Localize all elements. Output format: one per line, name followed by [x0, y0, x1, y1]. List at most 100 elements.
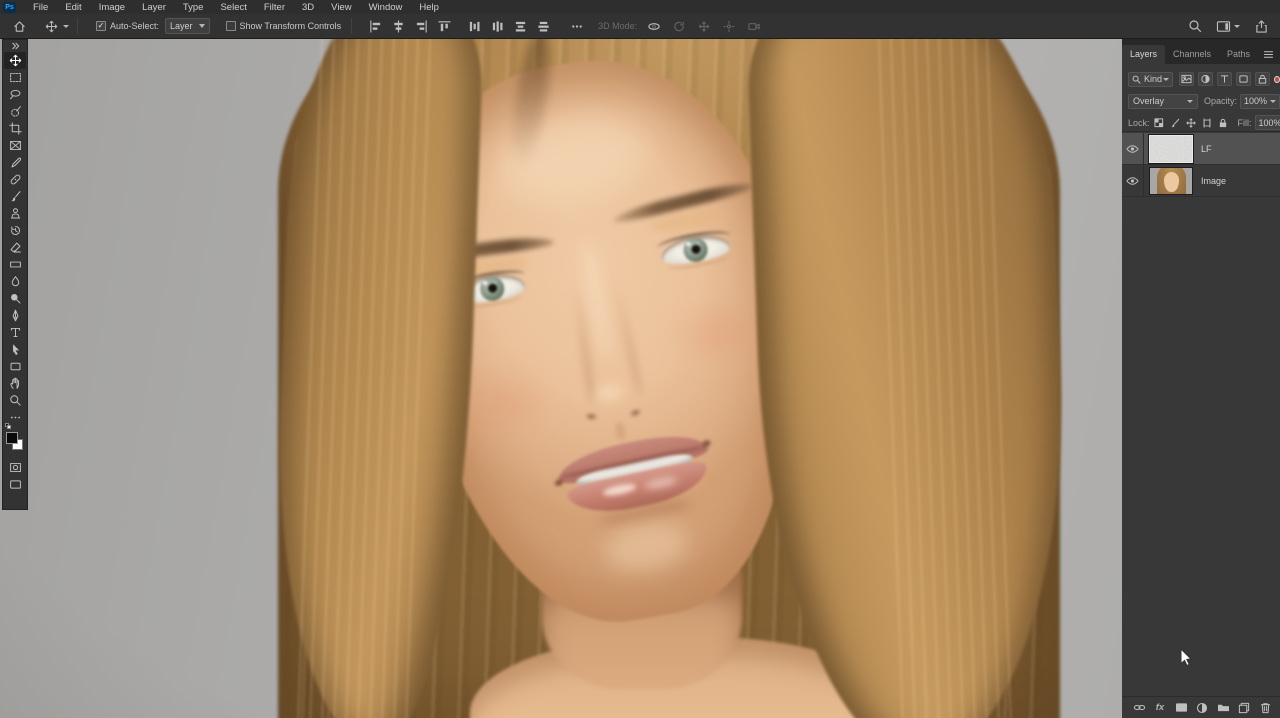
auto-select-target-dropdown[interactable]: Layer: [165, 18, 210, 34]
lock-all-icon[interactable]: [1218, 118, 1228, 128]
tab-paths[interactable]: Paths: [1219, 45, 1258, 64]
layer-row-image[interactable]: Image: [1122, 165, 1280, 197]
show-transform-checkbox[interactable]: [226, 21, 236, 31]
crop-tool[interactable]: [4, 120, 26, 137]
distribute-horizontal-centers-icon[interactable]: [534, 17, 552, 35]
blend-mode-dropdown[interactable]: Overlay: [1128, 94, 1198, 109]
path-selection-tool[interactable]: [4, 341, 26, 358]
tool-preset-chevron-icon[interactable]: [63, 25, 69, 28]
history-brush-tool[interactable]: [4, 222, 26, 239]
add-layer-mask-icon[interactable]: [1174, 701, 1188, 715]
search-icon[interactable]: [1186, 17, 1204, 35]
3d-camera-icon[interactable]: [745, 17, 763, 35]
lock-position-icon[interactable]: [1186, 118, 1196, 128]
menu-type[interactable]: Type: [183, 2, 204, 13]
workspace-switcher[interactable]: [1216, 20, 1240, 33]
align-right-edges-icon[interactable]: [412, 17, 430, 35]
toolbar-collapse-icon[interactable]: [3, 40, 27, 52]
move-tool[interactable]: [4, 52, 26, 69]
quick-mask-mode-icon[interactable]: [4, 459, 26, 476]
layer-thumbnail-lf[interactable]: [1149, 135, 1193, 163]
adjustment-layer-icon[interactable]: [1195, 701, 1209, 715]
tools-panel: [2, 39, 28, 510]
menu-edit[interactable]: Edit: [65, 2, 81, 13]
3d-pan-icon[interactable]: [695, 17, 713, 35]
menu-filter[interactable]: Filter: [264, 2, 285, 13]
menu-layer[interactable]: Layer: [142, 2, 166, 13]
frame-tool[interactable]: [4, 137, 26, 154]
align-horizontal-centers-icon[interactable]: [389, 17, 407, 35]
align-left-edges-icon[interactable]: [366, 17, 384, 35]
chevron-down-icon: [1187, 100, 1193, 103]
delete-layer-icon[interactable]: [1258, 701, 1272, 715]
color-swatches[interactable]: [4, 429, 26, 455]
document-canvas[interactable]: [0, 39, 1122, 718]
lock-image-pixels-icon[interactable]: [1170, 118, 1180, 128]
filter-shape-layers-icon[interactable]: [1236, 72, 1251, 86]
layer-name[interactable]: LF: [1201, 144, 1212, 154]
photoshop-window: Ps File Edit Image Layer Type Select Fil…: [0, 0, 1280, 718]
rectangle-shape-tool[interactable]: [4, 358, 26, 375]
blur-tool[interactable]: [4, 273, 26, 290]
tab-layers[interactable]: Layers: [1122, 45, 1165, 64]
menu-select[interactable]: Select: [220, 2, 246, 13]
layer-styles-icon[interactable]: fx: [1153, 701, 1167, 715]
hand-tool[interactable]: [4, 375, 26, 392]
brush-tool[interactable]: [4, 188, 26, 205]
layer-filtering-toggle[interactable]: [1274, 76, 1280, 83]
default-colors-icon[interactable]: [5, 423, 12, 430]
menu-view[interactable]: View: [331, 2, 351, 13]
align-top-edges-icon[interactable]: [435, 17, 453, 35]
object-selection-tool[interactable]: [4, 103, 26, 120]
menu-image[interactable]: Image: [99, 2, 125, 13]
distribute-top-edges-icon[interactable]: [465, 17, 483, 35]
clone-stamp-tool[interactable]: [4, 205, 26, 222]
layer-visibility-toggle[interactable]: [1122, 165, 1144, 197]
menu-3d[interactable]: 3D: [302, 2, 314, 13]
gradient-tool[interactable]: [4, 256, 26, 273]
foreground-color-swatch[interactable]: [6, 432, 18, 444]
auto-select-checkbox[interactable]: ✓: [96, 21, 106, 31]
layer-visibility-toggle[interactable]: [1122, 133, 1144, 165]
tab-channels[interactable]: Channels: [1165, 45, 1219, 64]
zoom-tool[interactable]: [4, 392, 26, 409]
filter-smart-objects-icon[interactable]: [1255, 72, 1270, 86]
lasso-tool[interactable]: [4, 86, 26, 103]
layer-row-lf[interactable]: LF: [1122, 133, 1280, 165]
new-group-icon[interactable]: [1216, 701, 1230, 715]
layer-name[interactable]: Image: [1201, 176, 1226, 186]
move-tool-preset-icon[interactable]: [42, 17, 60, 35]
distribute-bottom-edges-icon[interactable]: [511, 17, 529, 35]
3d-orbit-icon[interactable]: [645, 17, 663, 35]
opacity-value-dropdown[interactable]: 100%: [1240, 94, 1280, 109]
menu-file[interactable]: File: [33, 2, 48, 13]
layer-thumbnail-image[interactable]: [1149, 167, 1193, 195]
panel-menu-icon[interactable]: [1263, 46, 1274, 64]
eraser-tool[interactable]: [4, 239, 26, 256]
lock-artboard-icon[interactable]: [1202, 118, 1212, 128]
filter-type-layers-icon[interactable]: [1217, 72, 1232, 86]
filter-adjustment-layers-icon[interactable]: [1198, 72, 1213, 86]
link-layers-icon[interactable]: [1132, 701, 1146, 715]
more-options-icon[interactable]: [568, 17, 586, 35]
eyedropper-tool[interactable]: [4, 154, 26, 171]
filter-kind-dropdown[interactable]: Kind: [1128, 72, 1173, 87]
rectangular-marquee-tool[interactable]: [4, 69, 26, 86]
spot-healing-brush-tool[interactable]: [4, 171, 26, 188]
dodge-tool[interactable]: [4, 290, 26, 307]
3d-slide-icon[interactable]: [720, 17, 738, 35]
filter-pixel-layers-icon[interactable]: [1179, 72, 1194, 86]
new-layer-icon[interactable]: [1237, 701, 1251, 715]
lock-transparent-pixels-icon[interactable]: [1154, 118, 1164, 128]
fill-value-dropdown[interactable]: 100%: [1255, 115, 1280, 130]
share-icon[interactable]: [1252, 17, 1270, 35]
type-tool[interactable]: [4, 324, 26, 341]
screen-mode-icon[interactable]: [4, 476, 26, 493]
home-icon[interactable]: [10, 17, 28, 35]
3d-roll-icon[interactable]: [670, 17, 688, 35]
photoshop-logo-icon: Ps: [3, 2, 16, 13]
distribute-vertical-centers-icon[interactable]: [488, 17, 506, 35]
menu-window[interactable]: Window: [369, 2, 403, 13]
pen-tool[interactable]: [4, 307, 26, 324]
menu-help[interactable]: Help: [419, 2, 439, 13]
